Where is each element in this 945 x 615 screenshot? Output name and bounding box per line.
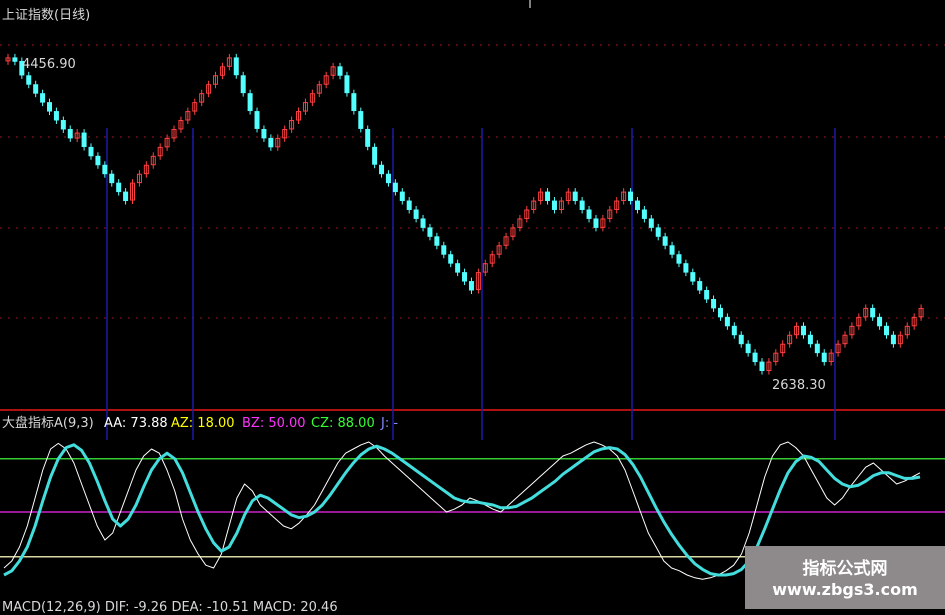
candle-body — [385, 173, 391, 184]
watermark-line2: www.zbgs3.com — [772, 580, 918, 599]
candle-body — [669, 245, 675, 255]
j-value: J: - — [381, 416, 399, 431]
candle-body — [593, 218, 599, 228]
candle-body — [807, 334, 813, 345]
candle-body — [877, 316, 883, 327]
candle-body — [468, 281, 474, 291]
candle-body — [814, 343, 820, 354]
candle-body — [67, 128, 73, 139]
high-price-label: 4456.90 — [22, 57, 76, 72]
candle-body — [662, 236, 668, 246]
candle-body — [448, 254, 454, 264]
candle-body — [47, 102, 53, 112]
watermark: 指标公式网 www.zbgs3.com — [745, 546, 945, 609]
candle-body — [752, 352, 758, 363]
candle-body — [358, 111, 364, 129]
candle-body — [731, 325, 737, 336]
watermark-line1: 指标公式网 — [802, 559, 888, 579]
candle-body — [890, 334, 896, 345]
candle-body — [116, 182, 122, 193]
price-panel-title: 上证指数(日线) — [2, 8, 91, 23]
candle-body — [261, 128, 267, 139]
candle-body — [53, 111, 59, 121]
candle-body — [392, 182, 398, 193]
candle-body — [586, 209, 592, 219]
candle-body — [551, 200, 557, 210]
chart-canvas — [0, 0, 945, 580]
candle-body — [690, 272, 696, 282]
candle-body — [268, 137, 274, 148]
candle-body — [704, 290, 710, 300]
candle-body — [413, 209, 419, 219]
candle-body — [102, 164, 108, 175]
candle-body — [648, 218, 654, 228]
candle-body — [455, 263, 461, 273]
candle-body — [697, 281, 703, 291]
candle-body — [883, 325, 889, 336]
candle-body — [745, 343, 751, 354]
candle-body — [372, 146, 378, 165]
candle-body — [406, 200, 412, 210]
candle-body — [12, 57, 18, 62]
low-price-label: 2638.30 — [772, 378, 826, 393]
candle-body — [95, 155, 101, 166]
candle-body — [109, 173, 115, 184]
candle-body — [123, 191, 129, 202]
candle-body — [572, 191, 578, 202]
macd-row: MACD(12,26,9) DIF: -9.26 DEA: -10.51 MAC… — [2, 600, 338, 615]
candle-body — [676, 254, 682, 264]
candle-body — [800, 325, 806, 336]
candle-body — [683, 263, 689, 273]
candle-body — [441, 245, 447, 255]
candle-body — [81, 132, 87, 148]
candle-body — [641, 209, 647, 219]
candle-body — [88, 146, 94, 157]
candle-body — [420, 218, 426, 228]
candle-body — [634, 200, 640, 210]
candle-body — [738, 334, 744, 345]
az-value: AZ: 18.00 — [171, 416, 235, 431]
candle-body — [579, 200, 585, 210]
candle-body — [344, 75, 350, 94]
cz-value: CZ: 88.00 — [311, 416, 375, 431]
candle-body — [26, 75, 32, 85]
candle-body — [545, 191, 551, 202]
indicator-name: 大盘指标A(9,3) — [2, 416, 94, 431]
chart-area: 上证指数(日线) 4456.90 2638.30 大盘指标A(9,3) AA: … — [0, 0, 945, 615]
candle-body — [711, 298, 717, 309]
candle-body — [351, 93, 357, 112]
candle-body — [628, 191, 634, 202]
candle-body — [254, 111, 260, 129]
candle-body — [337, 66, 343, 76]
candle-body — [40, 93, 46, 103]
candle-body — [240, 75, 246, 94]
candle-body — [724, 316, 730, 327]
bz-value: BZ: 50.00 — [242, 416, 306, 431]
aa-value: AA: 73.88 — [104, 416, 168, 431]
candle-body — [427, 227, 433, 237]
candle-body — [462, 272, 468, 282]
candle-body — [33, 84, 39, 94]
candle-body — [365, 128, 371, 147]
candle-body — [379, 164, 385, 175]
candle-body — [399, 191, 405, 202]
candle-body — [759, 361, 765, 372]
candle-body — [434, 236, 440, 246]
candle-body — [821, 352, 827, 363]
candle-body — [233, 57, 239, 76]
candle-body — [655, 227, 661, 237]
candle-body — [717, 307, 723, 318]
candle-body — [60, 120, 66, 130]
candle-body — [870, 307, 876, 318]
candle-body — [247, 93, 253, 112]
